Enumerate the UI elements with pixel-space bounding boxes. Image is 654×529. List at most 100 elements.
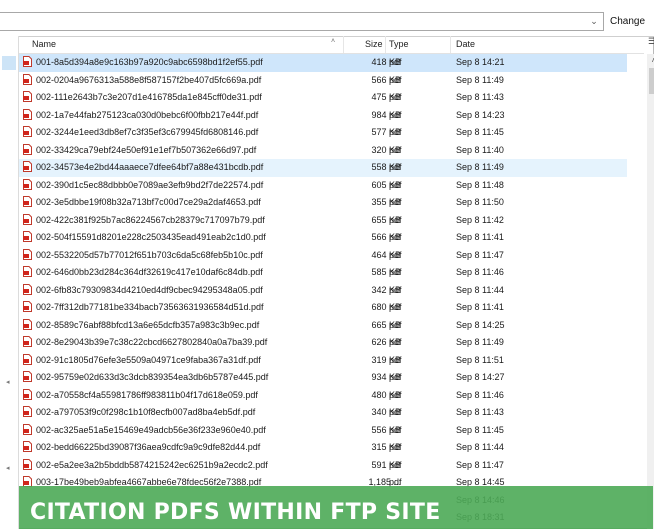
file-row[interactable]: 002-5532205d57b77012f651b703c6da5c68feb5… — [19, 247, 627, 265]
file-name: 002-8589c76abf88bfcd13a6e65dcfb357a983c3… — [36, 319, 260, 330]
file-date: Sep 8 11:47 — [456, 459, 504, 470]
path-bar: ⌄ Change — [0, 0, 654, 37]
column-header-size[interactable]: Size — [365, 39, 383, 49]
file-type: pdf — [389, 302, 402, 312]
file-row[interactable]: 002-91c1805d76efe3e5509a04971ce9faba367a… — [19, 352, 627, 370]
file-type: pdf — [389, 354, 402, 365]
scrollbar-thumb[interactable] — [649, 68, 654, 94]
file-name: 002-390d1c5ec88dbbb0e7089ae3efb9bd2f7de2… — [36, 179, 264, 190]
column-header-type[interactable]: Type — [389, 39, 409, 49]
file-type: pdf — [389, 337, 402, 347]
sort-ascending-icon: ˄ — [331, 38, 336, 45]
file-row[interactable]: 002-390d1c5ec88dbbb0e7089ae3efb9bd2f7de2… — [19, 177, 627, 195]
file-date: Sep 8 11:40 — [456, 144, 504, 155]
file-date: Sep 8 11:42 — [456, 214, 504, 225]
file-name: 002-504f15591d8201e228c2503435ead491eab2… — [36, 232, 266, 242]
file-date: Sep 8 11:44 — [456, 284, 504, 295]
file-row[interactable]: 002-8e29043b39e7c38c22cbcd6627802840a0a7… — [19, 334, 627, 352]
pdf-file-icon — [23, 108, 32, 120]
pdf-file-icon — [23, 318, 32, 330]
file-row[interactable]: 002-bedd66225bd39087f36aea9cdfc9a9c9dfe8… — [19, 439, 627, 457]
file-row[interactable]: 002-33429ca79ebf24e50ef91e1ef7b507362e66… — [19, 142, 627, 160]
file-name: 002-a797053f9c0f298c1b10f8ecfb007ad8ba4e… — [36, 407, 256, 417]
file-row[interactable]: 002-ac325ae51a5e15469e49adcb56e36f233e96… — [19, 422, 627, 440]
chevron-down-icon[interactable]: ⌄ — [585, 13, 603, 30]
tree-expand-icon[interactable]: ◂ — [6, 464, 10, 472]
file-name: 002-422c381f925b7ac86224567cb28379c71709… — [36, 214, 265, 225]
file-name: 002-0204a9676313a588e8f587157f2be407d5fc… — [36, 74, 262, 85]
pdf-file-icon — [23, 336, 32, 347]
column-divider[interactable] — [385, 36, 386, 53]
file-name: 002-3e5dbbe19f08b32a713bf7c00d7ce29a2daf… — [36, 197, 261, 207]
file-name: 002-bedd66225bd39087f36aea9cdfc9a9c9dfe8… — [36, 442, 261, 452]
file-date: Sep 8 14:25 — [456, 319, 505, 330]
file-row[interactable]: 002-646d0bb23d284c364df32619c417e10daf6c… — [19, 264, 627, 282]
file-date: Sep 8 14:23 — [456, 109, 505, 120]
file-name: 002-6fb83c79309834d4210ed4df9cbec9429534… — [36, 284, 263, 295]
file-row[interactable]: 002-e5a2ee3a2b5bddb5874215242ec6251b9a2e… — [19, 457, 627, 475]
file-row[interactable]: 002-3244e1eed3db8ef7c3f35ef3c679945fd680… — [19, 124, 627, 142]
change-button[interactable]: Change — [610, 12, 654, 31]
pdf-file-icon — [23, 196, 32, 207]
file-date: Sep 8 11:48 — [456, 179, 504, 190]
column-divider[interactable] — [343, 36, 344, 53]
file-row[interactable]: 002-95759e02d633d3c3dcb839354ea3db6b5787… — [19, 369, 627, 387]
file-row[interactable]: 002-34573e4e2bd44aaaece7dfee64bf7a88e431… — [19, 159, 627, 177]
file-row[interactable]: 002-422c381f925b7ac86224567cb28379c71709… — [19, 212, 627, 230]
file-date: Sep 8 14:27 — [456, 372, 505, 382]
file-date: Sep 8 11:49 — [456, 337, 504, 347]
file-date: Sep 8 11:49 — [456, 162, 504, 172]
file-type: pdf — [389, 127, 402, 137]
file-row[interactable]: 002-a797053f9c0f298c1b10f8ecfb007ad8ba4e… — [19, 404, 627, 422]
file-name: 002-34573e4e2bd44aaaece7dfee64bf7a88e431… — [36, 162, 264, 172]
file-row[interactable]: 002-a70558cf4a55981786ff983811b04f17d618… — [19, 387, 627, 405]
tree-selected-node[interactable] — [2, 56, 16, 70]
file-date: Sep 8 11:51 — [456, 354, 504, 365]
pdf-file-icon — [23, 213, 32, 225]
file-list[interactable]: Name ˄ Size Type Date ☰ 001-8a5d394a8e9c… — [19, 36, 654, 529]
file-row[interactable]: 002-111e2643b7c3e207d1e416785da1e845cff0… — [19, 89, 627, 107]
file-date: Sep 8 11:47 — [456, 249, 504, 260]
file-name: 002-1a7e44fab275123ca030d0bebc6f00fbb217… — [36, 109, 259, 120]
pdf-file-icon — [23, 441, 32, 452]
file-row[interactable]: 002-8589c76abf88bfcd13a6e65dcfb357a983c3… — [19, 317, 627, 335]
file-type: pdf — [389, 144, 402, 155]
pdf-file-icon — [23, 301, 32, 312]
file-name: 002-33429ca79ebf24e50ef91e1ef7b507362e66… — [36, 144, 257, 155]
column-header-row: Name ˄ Size Type Date ☰ — [19, 36, 654, 54]
file-name: 002-3244e1eed3db8ef7c3f35ef3c679945fd680… — [36, 127, 259, 137]
file-name: 002-7ff312db77181be334bacb73563631936584… — [36, 302, 264, 312]
column-divider[interactable] — [450, 36, 451, 53]
path-combobox[interactable]: ⌄ — [0, 12, 604, 31]
scroll-up-icon[interactable]: ˄ — [647, 54, 654, 67]
file-type: pdf — [389, 442, 402, 452]
file-name: 001-8a5d394a8e9c163b97a920c9abc6598bd1f2… — [36, 57, 263, 67]
file-row[interactable]: 002-3e5dbbe19f08b32a713bf7c00d7ce29a2daf… — [19, 194, 627, 212]
file-date: Sep 8 11:43 — [456, 92, 504, 102]
file-row[interactable]: 002-6fb83c79309834d4210ed4df9cbec9429534… — [19, 282, 627, 300]
file-row[interactable]: 002-1a7e44fab275123ca030d0bebc6f00fbb217… — [19, 107, 627, 125]
vertical-scrollbar[interactable]: ˄ — [647, 54, 654, 529]
pdf-file-icon — [23, 266, 32, 277]
file-name: 002-91c1805d76efe3e5509a04971ce9faba367a… — [36, 354, 261, 365]
file-row[interactable]: 002-0204a9676313a588e8f587157f2be407d5fc… — [19, 72, 627, 90]
file-type: pdf — [389, 407, 402, 417]
tree-expand-icon[interactable]: ◂ — [6, 378, 10, 386]
file-date: Sep 8 14:21 — [456, 57, 505, 67]
folder-tree-pane[interactable]: ◂ ◂ — [0, 36, 19, 529]
column-options-icon[interactable]: ☰ — [648, 36, 654, 50]
column-header-name[interactable]: Name — [32, 39, 56, 49]
file-row[interactable]: 002-504f15591d8201e228c2503435ead491eab2… — [19, 229, 627, 247]
file-date: Sep 8 11:49 — [456, 74, 504, 85]
pdf-file-icon — [23, 91, 32, 102]
pdf-file-icon — [23, 458, 32, 470]
file-type: pdf — [389, 424, 402, 435]
file-type: pdf — [389, 57, 402, 67]
column-header-date[interactable]: Date — [456, 39, 475, 49]
file-rows: 001-8a5d394a8e9c163b97a920c9abc6598bd1f2… — [19, 54, 627, 527]
pdf-file-icon — [23, 56, 32, 67]
file-row[interactable]: 002-7ff312db77181be334bacb73563631936584… — [19, 299, 627, 317]
caption-banner: CITATION PDFS WITHIN FTP SITE — [19, 486, 653, 529]
file-row[interactable]: 001-8a5d394a8e9c163b97a920c9abc6598bd1f2… — [19, 54, 627, 72]
pdf-file-icon — [23, 423, 32, 435]
